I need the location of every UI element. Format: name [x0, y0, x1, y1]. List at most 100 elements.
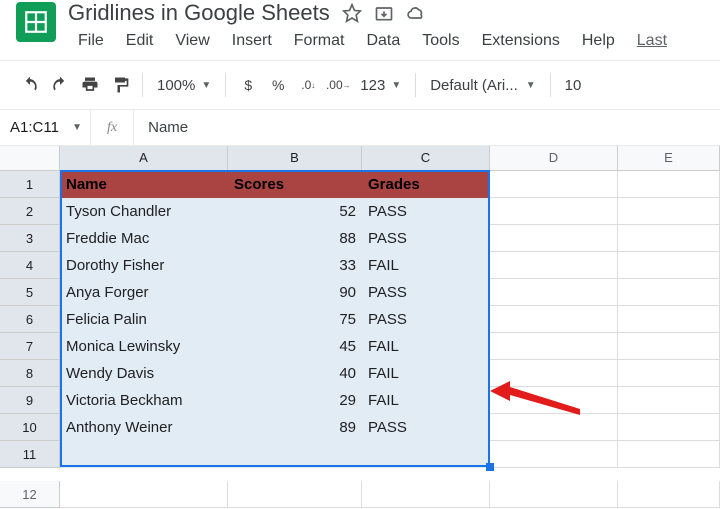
- cell[interactable]: [490, 360, 618, 387]
- cell[interactable]: Grades: [362, 171, 490, 198]
- cell[interactable]: [490, 225, 618, 252]
- cell[interactable]: PASS: [362, 279, 490, 306]
- col-header-D[interactable]: D: [490, 146, 618, 170]
- undo-button[interactable]: [16, 71, 44, 99]
- row-header-9[interactable]: 9: [0, 387, 60, 414]
- col-header-E[interactable]: E: [618, 146, 720, 170]
- cell[interactable]: [618, 279, 720, 306]
- row-header-3[interactable]: 3: [0, 225, 60, 252]
- number-format-dropdown[interactable]: 123▼: [354, 77, 407, 94]
- cell[interactable]: PASS: [362, 306, 490, 333]
- cell[interactable]: [618, 333, 720, 360]
- cell[interactable]: Wendy Davis: [60, 360, 228, 387]
- cell[interactable]: [490, 171, 618, 198]
- row-header-8[interactable]: 8: [0, 360, 60, 387]
- cell[interactable]: [618, 198, 720, 225]
- spreadsheet-grid[interactable]: A B C D E 1NameScoresGrades2Tyson Chandl…: [0, 146, 720, 508]
- col-header-C[interactable]: C: [362, 146, 490, 170]
- row-header-6[interactable]: 6: [0, 306, 60, 333]
- increase-decimal-button[interactable]: .00→: [324, 71, 352, 99]
- percent-button[interactable]: %: [264, 71, 292, 99]
- menu-view[interactable]: View: [165, 28, 219, 54]
- cell[interactable]: [490, 252, 618, 279]
- cell[interactable]: FAIL: [362, 360, 490, 387]
- menu-format[interactable]: Format: [284, 28, 355, 54]
- cell[interactable]: [618, 225, 720, 252]
- cell[interactable]: [228, 441, 362, 468]
- cell[interactable]: [490, 414, 618, 441]
- cell[interactable]: FAIL: [362, 252, 490, 279]
- cell[interactable]: FAIL: [362, 333, 490, 360]
- move-folder-icon[interactable]: [374, 3, 394, 23]
- cell[interactable]: PASS: [362, 414, 490, 441]
- cell[interactable]: Anthony Weiner: [60, 414, 228, 441]
- cell[interactable]: [60, 441, 228, 468]
- document-title[interactable]: Gridlines in Google Sheets: [68, 0, 330, 26]
- select-all-corner[interactable]: [0, 146, 60, 170]
- cell[interactable]: [362, 481, 490, 508]
- formula-bar[interactable]: Name: [134, 119, 720, 136]
- menu-insert[interactable]: Insert: [222, 28, 282, 54]
- cell[interactable]: 45: [228, 333, 362, 360]
- cell[interactable]: [362, 441, 490, 468]
- cell[interactable]: Tyson Chandler: [60, 198, 228, 225]
- cell[interactable]: [618, 414, 720, 441]
- row-header-2[interactable]: 2: [0, 198, 60, 225]
- zoom-dropdown[interactable]: 100%▼: [151, 77, 217, 94]
- cell[interactable]: 52: [228, 198, 362, 225]
- row-header-5[interactable]: 5: [0, 279, 60, 306]
- cell[interactable]: [60, 481, 228, 508]
- cell[interactable]: Name: [60, 171, 228, 198]
- menu-extensions[interactable]: Extensions: [472, 28, 570, 54]
- menu-file[interactable]: File: [68, 28, 114, 54]
- cell[interactable]: 88: [228, 225, 362, 252]
- row-header-10[interactable]: 10: [0, 414, 60, 441]
- cell[interactable]: 89: [228, 414, 362, 441]
- print-button[interactable]: [76, 71, 104, 99]
- paint-format-button[interactable]: [106, 71, 134, 99]
- cell[interactable]: 90: [228, 279, 362, 306]
- menu-tools[interactable]: Tools: [412, 28, 469, 54]
- decrease-decimal-button[interactable]: .0↓: [294, 71, 322, 99]
- menu-data[interactable]: Data: [356, 28, 410, 54]
- row-header-12[interactable]: 12: [0, 481, 60, 508]
- cell[interactable]: PASS: [362, 225, 490, 252]
- cell[interactable]: [618, 481, 720, 508]
- cell[interactable]: [490, 441, 618, 468]
- cell[interactable]: [618, 306, 720, 333]
- currency-button[interactable]: $: [234, 71, 262, 99]
- redo-button[interactable]: [46, 71, 74, 99]
- font-family-dropdown[interactable]: Default (Ari...▼: [424, 77, 541, 94]
- cell[interactable]: 33: [228, 252, 362, 279]
- menu-help[interactable]: Help: [572, 28, 625, 54]
- cell[interactable]: Scores: [228, 171, 362, 198]
- cell[interactable]: [228, 481, 362, 508]
- font-size-dropdown[interactable]: 10: [559, 77, 588, 94]
- cloud-status-icon[interactable]: [406, 3, 426, 23]
- cell[interactable]: Dorothy Fisher: [60, 252, 228, 279]
- cell[interactable]: [490, 333, 618, 360]
- cell[interactable]: FAIL: [362, 387, 490, 414]
- menu-edit[interactable]: Edit: [116, 28, 164, 54]
- cell[interactable]: 75: [228, 306, 362, 333]
- menu-last-edit[interactable]: Last: [627, 28, 677, 54]
- cell[interactable]: [618, 171, 720, 198]
- cell[interactable]: 29: [228, 387, 362, 414]
- cell[interactable]: Felicia Palin: [60, 306, 228, 333]
- cell[interactable]: Anya Forger: [60, 279, 228, 306]
- cell[interactable]: [490, 198, 618, 225]
- cell[interactable]: 40: [228, 360, 362, 387]
- cell[interactable]: [490, 306, 618, 333]
- cell[interactable]: [618, 252, 720, 279]
- cell[interactable]: [490, 387, 618, 414]
- cell[interactable]: Freddie Mac: [60, 225, 228, 252]
- cell[interactable]: [618, 441, 720, 468]
- row-header-7[interactable]: 7: [0, 333, 60, 360]
- cell[interactable]: [490, 481, 618, 508]
- cell[interactable]: [618, 360, 720, 387]
- row-header-1[interactable]: 1: [0, 171, 60, 198]
- cell[interactable]: [490, 279, 618, 306]
- col-header-A[interactable]: A: [60, 146, 228, 170]
- cell[interactable]: Victoria Beckham: [60, 387, 228, 414]
- name-box[interactable]: A1:C11▼: [0, 119, 90, 136]
